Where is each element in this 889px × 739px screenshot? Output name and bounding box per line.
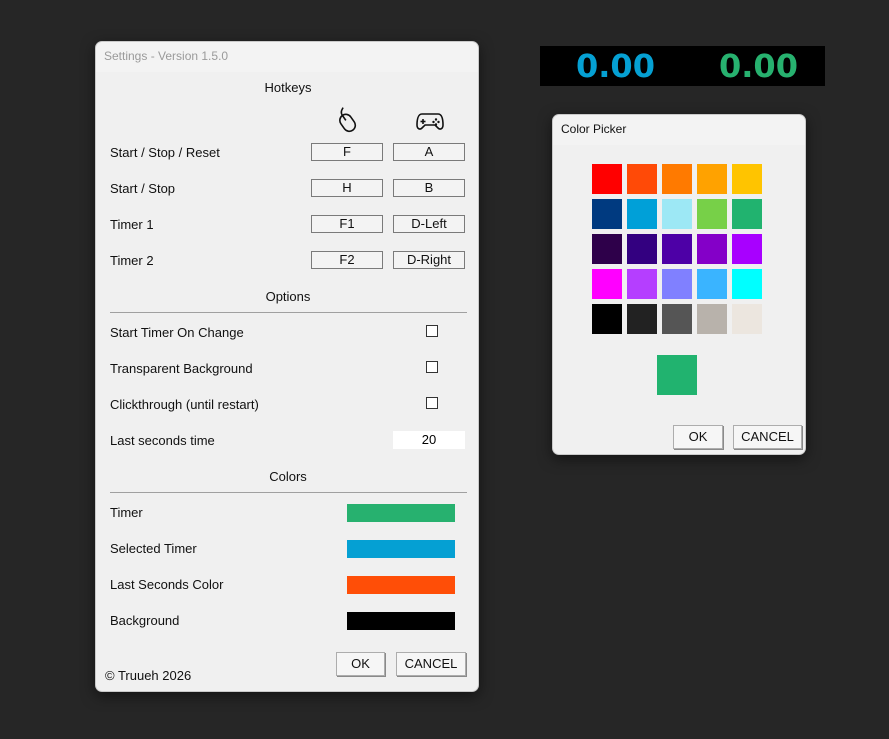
- timer-2-value: 0.00: [719, 47, 798, 85]
- hotkey-mouse-timer1[interactable]: F1: [311, 215, 383, 233]
- hotkey-mouse-start-stop-reset[interactable]: F: [311, 143, 383, 161]
- color-label-background: Background: [110, 613, 180, 628]
- palette-swatch[interactable]: [697, 199, 727, 229]
- color-picker-window: Color Picker OK CANCEL: [552, 114, 806, 455]
- hotkey-pad-timer2[interactable]: D-Right: [393, 251, 465, 269]
- color-swatch-background[interactable]: [347, 612, 455, 630]
- last-seconds-label: Last seconds time: [110, 433, 215, 448]
- palette-swatch[interactable]: [732, 269, 762, 299]
- settings-cancel-button[interactable]: CANCEL: [396, 652, 466, 676]
- timer-1-value: 0.00: [576, 47, 655, 85]
- hotkey-pad-timer1[interactable]: D-Left: [393, 215, 465, 233]
- palette-swatch[interactable]: [697, 164, 727, 194]
- color-swatch-last-seconds[interactable]: [347, 576, 455, 594]
- hotkeys-header: Hotkeys: [264, 80, 312, 95]
- color-label-selected-timer: Selected Timer: [110, 541, 197, 556]
- palette-swatch[interactable]: [592, 304, 622, 334]
- hotkey-label-start-stop: Start / Stop: [110, 181, 176, 196]
- color-picker-title: Color Picker: [561, 122, 627, 136]
- hotkey-pad-start-stop-reset[interactable]: A: [393, 143, 465, 161]
- palette-swatch[interactable]: [627, 234, 657, 264]
- palette-swatch[interactable]: [732, 234, 762, 264]
- palette-swatch[interactable]: [662, 269, 692, 299]
- hotkey-mouse-start-stop[interactable]: H: [311, 179, 383, 197]
- last-seconds-input[interactable]: 20: [393, 431, 465, 449]
- clickthrough-label: Clickthrough (until restart): [110, 397, 259, 412]
- palette-swatch[interactable]: [592, 199, 622, 229]
- transparent-bg-label: Transparent Background: [110, 361, 253, 376]
- palette-swatch[interactable]: [627, 269, 657, 299]
- options-header: Options: [265, 289, 311, 304]
- color-swatch-timer[interactable]: [347, 504, 455, 522]
- settings-window: Settings - Version 1.5.0 Hotkeys Start /…: [95, 41, 479, 692]
- hotkey-label-timer1: Timer 1: [110, 217, 154, 232]
- picker-ok-button[interactable]: OK: [673, 425, 723, 449]
- colors-header: Colors: [269, 469, 307, 484]
- hotkey-label-start-stop-reset: Start / Stop / Reset: [110, 145, 220, 160]
- hotkey-pad-start-stop[interactable]: B: [393, 179, 465, 197]
- palette-swatch[interactable]: [592, 164, 622, 194]
- selected-color-preview: [657, 355, 697, 395]
- palette-swatch[interactable]: [627, 199, 657, 229]
- timer-display: 0.00 0.00: [540, 46, 825, 86]
- color-label-timer: Timer: [110, 505, 143, 520]
- palette-swatch[interactable]: [732, 304, 762, 334]
- color-label-last-seconds: Last Seconds Color: [110, 577, 224, 592]
- mouse-icon: [339, 107, 357, 133]
- palette-swatch[interactable]: [662, 234, 692, 264]
- palette-swatch[interactable]: [662, 199, 692, 229]
- palette-swatch[interactable]: [662, 164, 692, 194]
- settings-ok-button[interactable]: OK: [336, 652, 385, 676]
- hotkey-label-timer2: Timer 2: [110, 253, 154, 268]
- palette-swatch[interactable]: [592, 234, 622, 264]
- copyright-text: © Truueh 2026: [105, 668, 192, 683]
- color-swatch-selected-timer[interactable]: [347, 540, 455, 558]
- start-on-change-label: Start Timer On Change: [110, 325, 244, 340]
- palette-swatch[interactable]: [627, 304, 657, 334]
- palette-swatch[interactable]: [697, 269, 727, 299]
- colors-divider: [110, 492, 467, 493]
- palette-swatch[interactable]: [592, 269, 622, 299]
- settings-titlebar[interactable]: Settings - Version 1.5.0: [96, 42, 478, 72]
- settings-title: Settings - Version 1.5.0: [104, 49, 229, 63]
- palette-swatch[interactable]: [697, 304, 727, 334]
- start-on-change-checkbox[interactable]: [426, 325, 438, 337]
- hotkey-mouse-timer2[interactable]: F2: [311, 251, 383, 269]
- options-divider: [110, 312, 467, 313]
- palette-swatch[interactable]: [732, 199, 762, 229]
- palette-swatch[interactable]: [697, 234, 727, 264]
- clickthrough-checkbox[interactable]: [426, 397, 438, 409]
- gamepad-icon: [416, 113, 444, 130]
- transparent-bg-checkbox[interactable]: [426, 361, 438, 373]
- palette-swatch[interactable]: [627, 164, 657, 194]
- color-picker-titlebar[interactable]: Color Picker: [553, 115, 805, 145]
- palette-swatch[interactable]: [662, 304, 692, 334]
- picker-cancel-button[interactable]: CANCEL: [733, 425, 802, 449]
- palette-swatch[interactable]: [732, 164, 762, 194]
